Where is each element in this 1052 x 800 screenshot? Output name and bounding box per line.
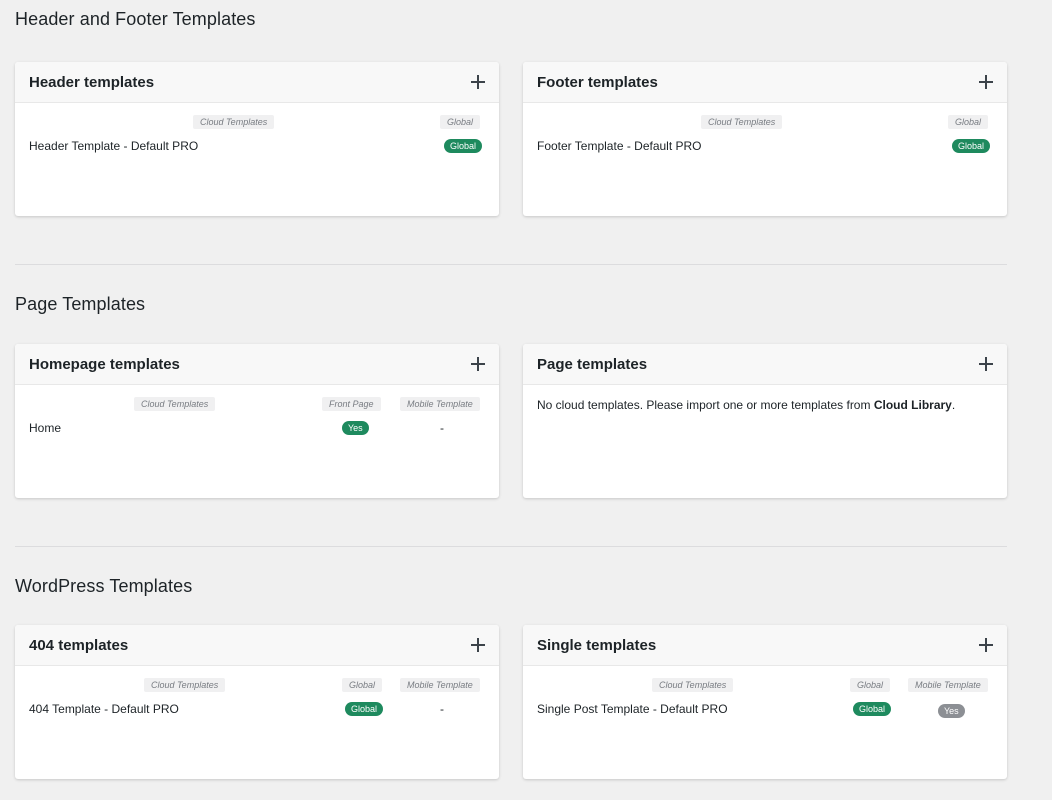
card-title: 404 templates	[29, 636, 129, 654]
column-header-global: Global	[342, 678, 383, 692]
template-name-link[interactable]: Single Post Template - Default PRO	[537, 702, 728, 716]
card-body: Cloud Templates Global Header Template -…	[15, 103, 499, 215]
card-title: Page templates	[537, 355, 648, 373]
card-header-templates: Header templates Cloud Templates Global …	[15, 62, 499, 216]
global-badge: Global	[345, 702, 384, 716]
card-title: Header templates	[29, 73, 155, 91]
card-header: Homepage templates	[15, 344, 499, 385]
global-badge: Global	[853, 702, 892, 716]
column-header-global: Global	[440, 115, 481, 129]
card-body: Cloud Templates Front Page Mobile Templa…	[15, 385, 499, 497]
column-header-global: Global	[850, 678, 891, 692]
plus-icon[interactable]	[979, 75, 993, 89]
column-header-mobile-template: Mobile Template	[400, 397, 480, 411]
plus-icon[interactable]	[979, 357, 993, 371]
mobile-template-badge: Yes	[938, 704, 965, 718]
card-header: Footer templates	[523, 62, 1007, 103]
template-name-link[interactable]: Home	[29, 421, 61, 435]
card-body: Cloud Templates Global Mobile Template 4…	[15, 666, 499, 778]
column-header-global: Global	[948, 115, 989, 129]
column-header-cloud-templates: Cloud Templates	[144, 678, 226, 692]
front-page-badge: Yes	[342, 421, 369, 435]
global-badge: Global	[444, 139, 483, 153]
section-header-footer: Header and Footer Templates	[15, 6, 1007, 32]
mobile-template-value: -	[440, 702, 444, 716]
template-name-link[interactable]: 404 Template - Default PRO	[29, 702, 179, 716]
section-title: WordPress Templates	[15, 576, 193, 596]
card-header: Page templates	[523, 344, 1007, 385]
column-header-cloud-templates: Cloud Templates	[134, 397, 216, 411]
plus-icon[interactable]	[471, 75, 485, 89]
empty-message: No cloud templates. Please import one or…	[537, 398, 955, 412]
card-title: Single templates	[537, 636, 657, 654]
card-single-templates: Single templates Cloud Templates Global …	[523, 625, 1007, 779]
column-header-cloud-templates: Cloud Templates	[193, 115, 275, 129]
section-divider	[15, 264, 1007, 265]
card-header: Single templates	[523, 625, 1007, 666]
card-body: No cloud templates. Please import one or…	[523, 385, 1007, 497]
card-body: Cloud Templates Global Mobile Template S…	[523, 666, 1007, 778]
template-name-link[interactable]: Footer Template - Default PRO	[537, 139, 702, 153]
card-header: 404 templates	[15, 625, 499, 666]
global-badge: Global	[952, 139, 991, 153]
column-header-cloud-templates: Cloud Templates	[652, 678, 734, 692]
card-homepage-templates: Homepage templates Cloud Templates Front…	[15, 344, 499, 498]
column-header-cloud-templates: Cloud Templates	[701, 115, 783, 129]
column-header-front-page: Front Page	[322, 397, 381, 411]
section-title: Header and Footer Templates	[15, 9, 256, 29]
card-404-templates: 404 templates Cloud Templates Global Mob…	[15, 625, 499, 779]
card-page-templates: Page templates No cloud templates. Pleas…	[523, 344, 1007, 498]
plus-icon[interactable]	[471, 638, 485, 652]
card-title: Homepage templates	[29, 355, 180, 373]
column-header-mobile-template: Mobile Template	[908, 678, 988, 692]
column-header-mobile-template: Mobile Template	[400, 678, 480, 692]
cloud-library-link[interactable]: Cloud Library	[874, 398, 952, 412]
mobile-template-value: -	[440, 421, 444, 435]
template-name-link[interactable]: Header Template - Default PRO	[29, 139, 198, 153]
plus-icon[interactable]	[471, 357, 485, 371]
section-title: Page Templates	[15, 294, 146, 314]
card-title: Footer templates	[537, 73, 658, 91]
plus-icon[interactable]	[979, 638, 993, 652]
empty-message-text: No cloud templates. Please import one or…	[537, 398, 871, 412]
card-footer-templates: Footer templates Cloud Templates Global …	[523, 62, 1007, 216]
empty-message-end: .	[951, 398, 956, 412]
section-page-templates: Page Templates	[15, 291, 1007, 317]
card-body: Cloud Templates Global Footer Template -…	[523, 103, 1007, 215]
card-header: Header templates	[15, 62, 499, 103]
section-wordpress-templates: WordPress Templates	[15, 573, 1007, 599]
section-divider	[15, 546, 1007, 547]
